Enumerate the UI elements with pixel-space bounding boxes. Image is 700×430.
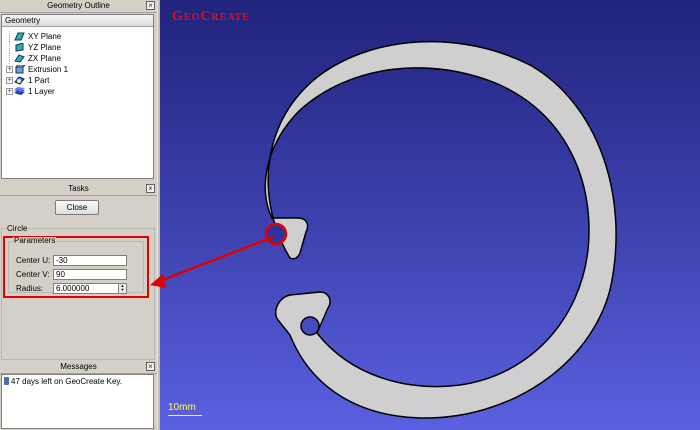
tree-item-label: 1 Part	[28, 76, 50, 85]
tree-item-extrusion-1[interactable]: + Extrusion 1	[2, 64, 153, 75]
retaining-ring[interactable]	[264, 40, 617, 419]
layer-icon	[14, 87, 25, 95]
parameters-group: Parameters Center U: -30 Center V: 90 Ra…	[8, 237, 144, 294]
geometry-tree[interactable]: Geometry XY Plane YZ Plane ZX Plane + Ex…	[1, 14, 154, 179]
plane-icon	[14, 32, 25, 41]
tasks-close-icon[interactable]: ×	[146, 184, 155, 193]
3d-viewport[interactable]: GeoCreate 10mm	[160, 0, 700, 430]
messages-list: 47 days left on GeoCreate Key.	[1, 374, 154, 429]
extrusion-icon	[14, 65, 25, 74]
tree-item-zx-plane[interactable]: ZX Plane	[2, 53, 153, 64]
parameters-highlight: Parameters Center U: -30 Center V: 90 Ra…	[3, 236, 149, 298]
tree-item-label: ZX Plane	[28, 54, 61, 63]
part-icon	[14, 76, 25, 85]
circle-group-title: Circle	[6, 224, 29, 233]
plane-icon	[14, 54, 25, 63]
expand-icon[interactable]: +	[6, 88, 13, 95]
messages-panel-title: Messages ×	[0, 361, 157, 374]
tasks-title: Tasks	[68, 184, 89, 193]
scale-label: 10mm	[168, 402, 196, 413]
lug-hole[interactable]	[300, 316, 320, 336]
tree-item-label: Extrusion 1	[28, 65, 69, 74]
expand-icon[interactable]: +	[6, 66, 13, 73]
tree-item-1-part[interactable]: + 1 Part	[2, 75, 153, 86]
radius-field[interactable]: 6.000000	[53, 283, 119, 294]
expand-icon[interactable]: +	[6, 77, 13, 84]
center-v-field[interactable]: 90	[53, 269, 127, 280]
tree-item-label: 1 Layer	[28, 87, 55, 96]
messages-title: Messages	[60, 362, 97, 371]
center-u-field[interactable]: -30	[53, 255, 127, 266]
part-geometry[interactable]	[160, 0, 700, 430]
scale-bar	[168, 415, 202, 416]
tasks-panel-title: Tasks ×	[0, 183, 157, 196]
tree-item-xy-plane[interactable]: XY Plane	[2, 31, 153, 42]
close-button[interactable]: Close	[55, 200, 99, 215]
plane-icon	[15, 43, 24, 52]
tree-item-yz-plane[interactable]: YZ Plane	[2, 42, 153, 53]
info-icon	[4, 377, 9, 385]
tree-item-label: YZ Plane	[28, 43, 61, 52]
outline-title: Geometry Outline	[47, 1, 110, 10]
tree-header: Geometry	[2, 15, 153, 27]
selected-hole[interactable]	[264, 222, 288, 246]
outline-close-icon[interactable]: ×	[146, 1, 155, 10]
tree-item-1-layer[interactable]: + 1 Layer	[2, 86, 153, 97]
message-text: 47 days left on GeoCreate Key.	[11, 377, 123, 386]
tree-item-label: XY Plane	[28, 32, 62, 41]
parameters-title: Parameters	[13, 236, 57, 245]
message-item: 47 days left on GeoCreate Key.	[4, 377, 122, 386]
left-panel: Geometry Outline × Geometry XY Plane YZ …	[0, 0, 157, 430]
center-v-label: Center V:	[16, 270, 50, 279]
spin-down-icon[interactable]: ▼	[119, 288, 126, 292]
messages-close-icon[interactable]: ×	[146, 362, 155, 371]
radius-label: Radius:	[16, 284, 44, 293]
outline-panel-title: Geometry Outline ×	[0, 0, 157, 13]
radius-spinner[interactable]: ▲ ▼	[118, 283, 127, 294]
center-u-label: Center U:	[16, 256, 51, 265]
